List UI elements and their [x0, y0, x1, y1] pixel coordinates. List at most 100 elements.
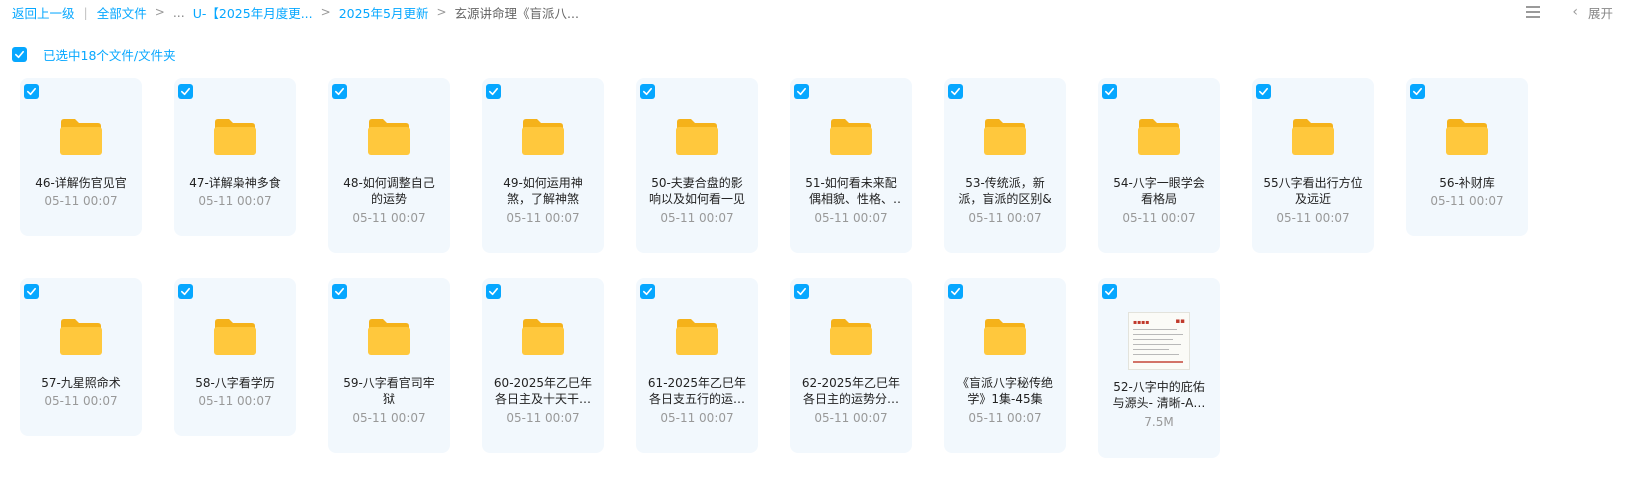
file-name: 62-2025年乙巳年各日主的运势分… [801, 376, 901, 406]
document-thumbnail: ▪▪▪▪ ▪▪ [1128, 312, 1190, 370]
file-meta: 05-11 00:07 [352, 411, 426, 425]
checkmark-icon [1259, 87, 1268, 96]
file-meta: 05-11 00:07 [814, 411, 888, 425]
file-card[interactable]: ▪▪▪▪ ▪▪ 52-八字中的庇佑与源头- 清晰-A… 7.5M [1098, 278, 1220, 458]
folder-icon [1292, 119, 1334, 155]
file-name: 53-传统派，新派，盲派的区别& [958, 176, 1052, 206]
file-card[interactable]: 58-八字看学历 05-11 00:07 [174, 278, 296, 436]
back-link[interactable]: 返回上一级 [12, 3, 75, 22]
checkmark-icon [951, 287, 960, 296]
file-checkbox[interactable] [332, 284, 347, 299]
checkmark-icon [489, 287, 498, 296]
checkmark-icon [643, 287, 652, 296]
file-meta: 7.5M [1144, 415, 1174, 429]
file-meta: 05-11 00:07 [660, 411, 734, 425]
file-checkbox[interactable] [1256, 84, 1271, 99]
file-card[interactable]: 59-八字看官司牢狱 05-11 00:07 [328, 278, 450, 453]
checkmark-icon [489, 87, 498, 96]
file-name: 52-八字中的庇佑与源头- 清晰-A… [1112, 380, 1206, 410]
file-name: 51-如何看未来配偶相貌、性格、大… [805, 176, 897, 206]
file-name: 49-如何运用神煞，了解神煞 [503, 176, 583, 206]
folder-icon [60, 119, 102, 155]
file-checkbox[interactable] [486, 84, 501, 99]
file-name: 54-八字一眼学会看格局 [1113, 176, 1205, 206]
file-card[interactable]: 46-详解伤官见官 05-11 00:07 [20, 78, 142, 236]
file-card[interactable]: 《盲派八字秘传绝学》1集-45集 05-11 00:07 [944, 278, 1066, 453]
folder-icon [984, 119, 1026, 155]
checkmark-icon [643, 87, 652, 96]
file-card[interactable]: 49-如何运用神煞，了解神煞 05-11 00:07 [482, 78, 604, 253]
checkmark-icon [27, 87, 36, 96]
file-checkbox[interactable] [178, 84, 193, 99]
file-card[interactable]: 55八字看出行方位及远近 05-11 00:07 [1252, 78, 1374, 253]
file-name: 46-详解伤官见官 [35, 176, 127, 190]
file-meta: 05-11 00:07 [1276, 211, 1350, 225]
breadcrumb-level2[interactable]: 2025年5月更新 [339, 3, 429, 22]
checkmark-icon [1105, 287, 1114, 296]
chevron-right-icon: > [436, 5, 447, 19]
breadcrumb-level1[interactable]: U-【2025年月度更... [193, 3, 313, 22]
folder-icon [214, 319, 256, 355]
file-card[interactable]: 57-九星照命术 05-11 00:07 [20, 278, 142, 436]
folder-icon [676, 119, 718, 155]
breadcrumb-current: 玄源讲命理《盲派八... [454, 5, 579, 21]
file-checkbox[interactable] [24, 84, 39, 99]
checkmark-icon [951, 87, 960, 96]
file-checkbox[interactable] [486, 284, 501, 299]
select-all-checkbox[interactable] [12, 46, 27, 62]
file-name: 58-八字看学历 [195, 376, 275, 390]
folder-icon [830, 319, 872, 355]
file-card[interactable]: 62-2025年乙巳年各日主的运势分… 05-11 00:07 [790, 278, 912, 453]
file-checkbox[interactable] [1410, 84, 1425, 99]
file-meta: 05-11 00:07 [968, 411, 1042, 425]
selection-bar: 已选中18个文件/文件夹 [12, 45, 176, 63]
file-meta: 05-11 00:07 [44, 394, 118, 408]
file-name: 61-2025年乙巳年各日支五行的运… [647, 376, 747, 406]
file-meta: 05-11 00:07 [1122, 211, 1196, 225]
file-card[interactable]: 60-2025年乙巳年各日主及十天干… 05-11 00:07 [482, 278, 604, 453]
chevron-left-icon[interactable]: ‹ [1572, 4, 1578, 20]
folder-icon [676, 319, 718, 355]
checkmark-icon [335, 87, 344, 96]
file-checkbox[interactable] [332, 84, 347, 99]
checkmark-icon [335, 287, 344, 296]
file-checkbox[interactable] [794, 84, 809, 99]
breadcrumb-root[interactable]: 全部文件 [97, 3, 147, 22]
chevron-right-icon: > [154, 5, 165, 19]
file-card[interactable]: 51-如何看未来配偶相貌、性格、大… 05-11 00:07 [790, 78, 912, 253]
file-checkbox[interactable] [794, 284, 809, 299]
file-checkbox[interactable] [948, 84, 963, 99]
checkmark-icon [1413, 87, 1422, 96]
checkmark-icon [181, 87, 190, 96]
file-name: 56-补财库 [1439, 176, 1495, 190]
file-card[interactable]: 61-2025年乙巳年各日支五行的运… 05-11 00:07 [636, 278, 758, 453]
file-meta: 05-11 00:07 [506, 411, 580, 425]
file-card[interactable]: 53-传统派，新派，盲派的区别& 05-11 00:07 [944, 78, 1066, 253]
file-checkbox[interactable] [24, 284, 39, 299]
file-checkbox[interactable] [178, 284, 193, 299]
file-name: 48-如何调整自己的运势 [343, 176, 435, 206]
folder-icon [1446, 119, 1488, 155]
file-checkbox[interactable] [640, 84, 655, 99]
file-checkbox[interactable] [948, 284, 963, 299]
file-card[interactable]: 48-如何调整自己的运势 05-11 00:07 [328, 78, 450, 253]
file-checkbox[interactable] [1102, 84, 1117, 99]
file-card[interactable]: 50-夫妻合盘的影响以及如何看一见 05-11 00:07 [636, 78, 758, 253]
file-card[interactable]: 56-补财库 05-11 00:07 [1406, 78, 1528, 236]
file-name: 55八字看出行方位及远近 [1263, 176, 1363, 206]
file-name: 《盲派八字秘传绝学》1集-45集 [956, 376, 1053, 406]
expand-button[interactable]: 展开 [1588, 3, 1613, 22]
breadcrumb-ellipsis[interactable]: ... [173, 5, 185, 20]
folder-icon [984, 319, 1026, 355]
file-card[interactable]: 54-八字一眼学会看格局 05-11 00:07 [1098, 78, 1220, 253]
file-meta: 05-11 00:07 [968, 211, 1042, 225]
breadcrumb: 返回上一级 | 全部文件 > ... U-【2025年月度更... > 2025… [12, 0, 1612, 24]
file-checkbox[interactable] [1102, 284, 1117, 299]
file-name: 57-九星照命术 [41, 376, 121, 390]
divider: | [83, 4, 88, 20]
list-view-icon[interactable] [1526, 6, 1541, 18]
file-checkbox[interactable] [640, 284, 655, 299]
file-card[interactable]: 47-详解枭神多食 05-11 00:07 [174, 78, 296, 236]
selection-count: 已选中18个文件/文件夹 [43, 47, 176, 63]
folder-icon [522, 319, 564, 355]
